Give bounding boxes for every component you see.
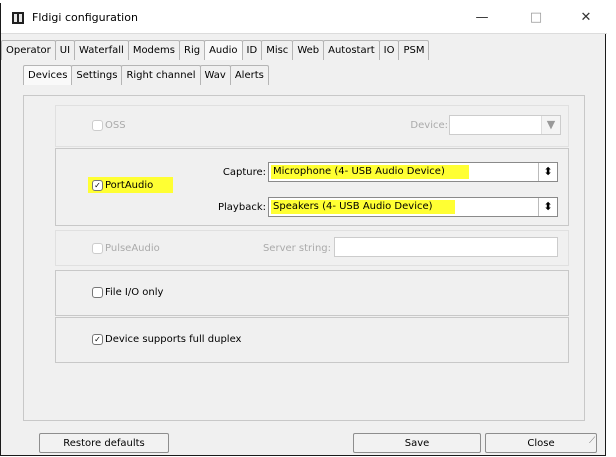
tab-operator[interactable]: Operator xyxy=(1,40,56,60)
tab-devices[interactable]: Devices xyxy=(23,65,73,85)
tab-alerts[interactable]: Alerts xyxy=(229,65,269,85)
pulseaudio-checkbox[interactable]: PulseAudio xyxy=(92,243,160,254)
full-duplex-group: ✓ Device supports full duplex xyxy=(55,317,569,363)
portaudio-check-icon: ✓ xyxy=(92,179,103,191)
file-io-checkbox[interactable]: File I/O only xyxy=(92,287,163,298)
tab-audio[interactable]: Audio xyxy=(204,40,243,60)
capture-label: Capture: xyxy=(222,167,266,178)
file-io-label: File I/O only xyxy=(105,287,164,298)
maximize-icon[interactable]: □ xyxy=(521,7,551,29)
playback-select[interactable]: Speakers (4- USB Audio Device) ⬍ xyxy=(268,197,558,217)
oss-checkbox-box xyxy=(92,120,103,131)
pulseaudio-checkbox-box xyxy=(92,243,103,254)
tab-waterfall[interactable]: Waterfall xyxy=(74,40,129,60)
window-title: Fldigi configuration xyxy=(32,11,138,24)
config-window: Fldigi configuration — □ ✕ Operator UI W… xyxy=(0,3,607,456)
tab-modems[interactable]: Modems xyxy=(127,40,181,60)
full-duplex-label: Device supports full duplex xyxy=(105,334,242,345)
oss-device-value xyxy=(452,118,456,132)
capture-value: Microphone (4- USB Audio Device) xyxy=(271,165,469,179)
main-tab-bar: Operator UI Waterfall Modems Rig Audio I… xyxy=(1,39,430,60)
tab-wav[interactable]: Wav xyxy=(199,65,231,85)
close-button[interactable]: Close xyxy=(485,433,597,453)
spin-arrows-icon: ⬍ xyxy=(538,163,557,181)
oss-device-select[interactable]: ▼ xyxy=(449,115,561,135)
restore-defaults-button[interactable]: Restore defaults xyxy=(39,433,169,453)
tab-web[interactable]: Web xyxy=(292,40,325,60)
tab-settings[interactable]: Settings xyxy=(71,65,123,85)
file-io-checkbox-box xyxy=(92,287,103,298)
oss-group: OSS Device: ▼ xyxy=(55,105,569,147)
server-string-label: Server string: xyxy=(262,243,331,254)
playback-value: Speakers (4- USB Audio Device) xyxy=(271,200,455,214)
server-string-value xyxy=(337,240,341,254)
save-button[interactable]: Save xyxy=(353,433,481,453)
full-duplex-check-icon: ✓ xyxy=(92,334,103,345)
oss-label: OSS xyxy=(105,120,126,131)
tab-rig[interactable]: Rig xyxy=(179,40,206,60)
sub-tab-bar: Devices Settings Right channel Wav Alert… xyxy=(23,64,269,85)
tab-psm[interactable]: PSM xyxy=(398,40,430,60)
file-io-group: File I/O only xyxy=(55,270,569,316)
tab-right-channel[interactable]: Right channel xyxy=(121,65,201,85)
spin-arrows-icon: ⬍ xyxy=(538,198,557,216)
app-icon xyxy=(12,12,24,24)
close-icon[interactable]: ✕ xyxy=(571,7,601,29)
pulseaudio-label: PulseAudio xyxy=(105,243,160,254)
portaudio-label: PortAudio xyxy=(105,179,154,191)
pulseaudio-group: PulseAudio Server string: xyxy=(55,230,569,266)
portaudio-checkbox[interactable]: ✓ PortAudio xyxy=(88,177,174,193)
portaudio-group: ✓ PortAudio Capture: Microphone (4- USB … xyxy=(55,148,569,226)
tab-autostart[interactable]: Autostart xyxy=(323,40,380,60)
minimize-icon[interactable]: — xyxy=(467,7,497,29)
server-string-input[interactable] xyxy=(334,237,558,257)
tab-misc[interactable]: Misc xyxy=(261,40,294,60)
tab-io[interactable]: IO xyxy=(378,40,400,60)
full-duplex-checkbox[interactable]: ✓ Device supports full duplex xyxy=(92,334,241,345)
oss-checkbox[interactable]: OSS xyxy=(92,120,126,131)
tab-id[interactable]: ID xyxy=(241,40,263,60)
chevron-down-icon: ▼ xyxy=(541,116,560,134)
resize-grip-icon[interactable]: ⟋ xyxy=(589,436,595,446)
capture-select[interactable]: Microphone (4- USB Audio Device) ⬍ xyxy=(268,162,558,182)
title-bar: Fldigi configuration — □ ✕ xyxy=(1,3,607,34)
oss-device-label: Device: xyxy=(410,120,448,131)
tab-ui[interactable]: UI xyxy=(54,40,76,60)
playback-label: Playback: xyxy=(218,202,266,213)
